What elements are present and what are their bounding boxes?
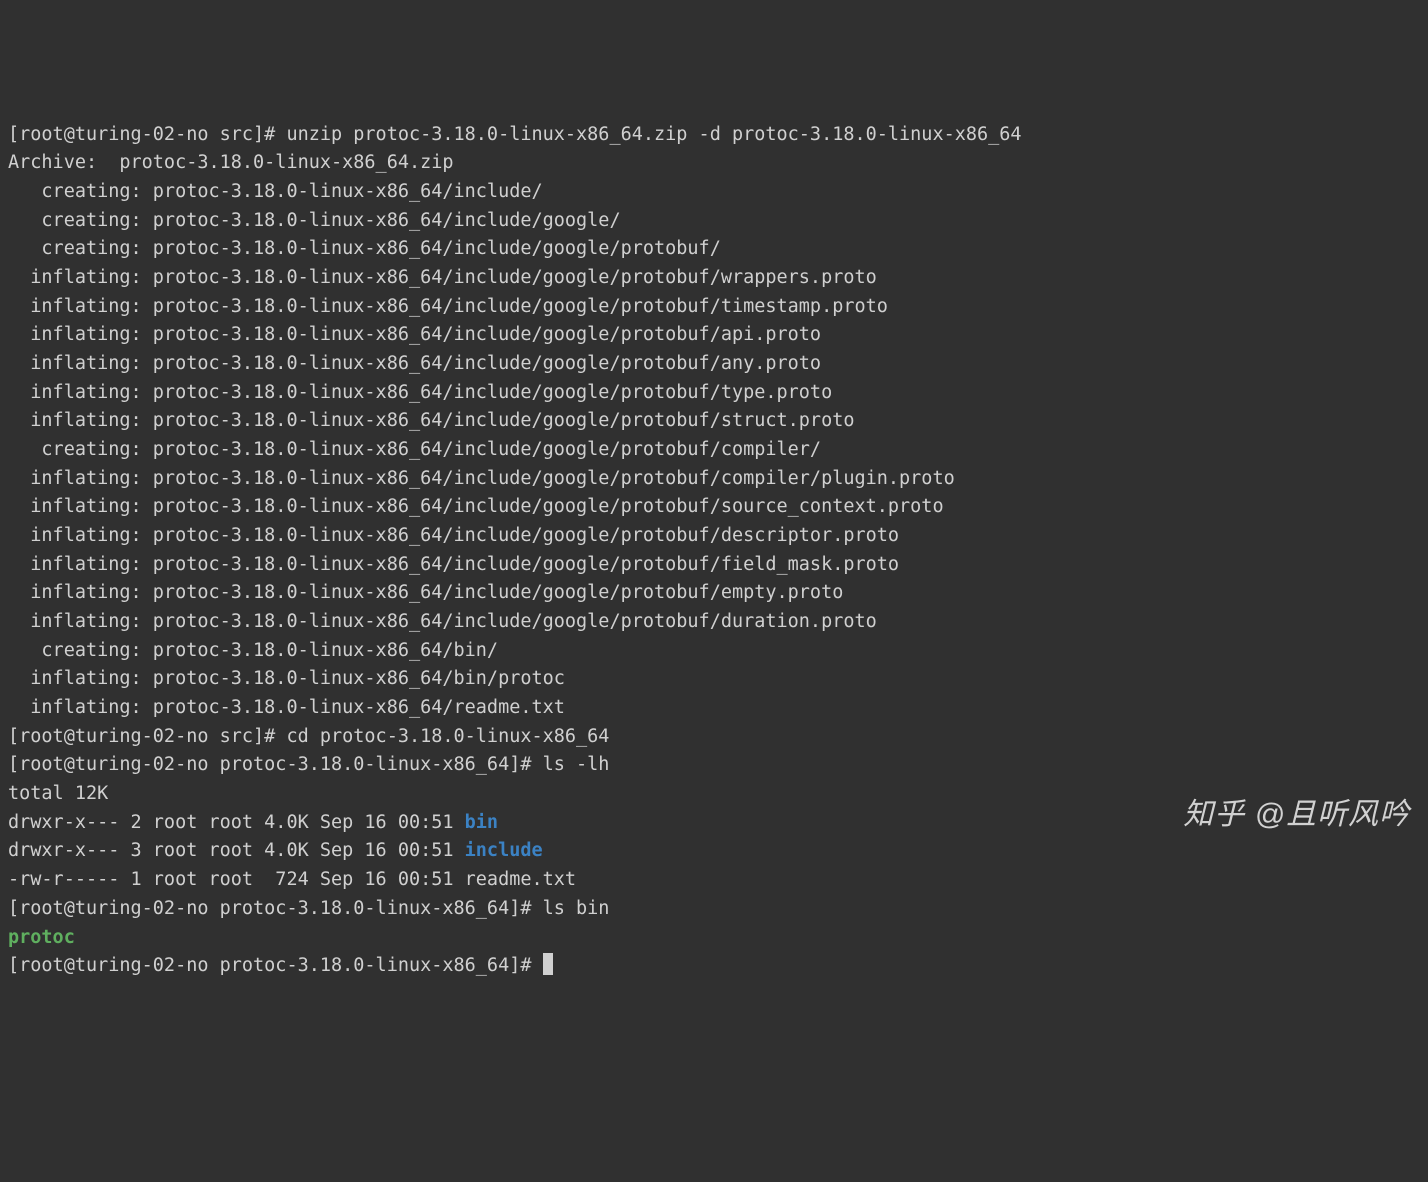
terminal-line: inflating: protoc-3.18.0-linux-x86_64/in… — [8, 551, 1420, 580]
terminal-line: inflating: protoc-3.18.0-linux-x86_64/in… — [8, 493, 1420, 522]
terminal-line: [root@turing-02-no src]# cd protoc-3.18.… — [8, 723, 1420, 752]
terminal-line: creating: protoc-3.18.0-linux-x86_64/inc… — [8, 207, 1420, 236]
terminal-line: inflating: protoc-3.18.0-linux-x86_64/bi… — [8, 665, 1420, 694]
terminal-line: creating: protoc-3.18.0-linux-x86_64/inc… — [8, 178, 1420, 207]
cursor — [543, 953, 553, 975]
terminal-line: creating: protoc-3.18.0-linux-x86_64/inc… — [8, 235, 1420, 264]
terminal-line: [root@turing-02-no protoc-3.18.0-linux-x… — [8, 751, 1420, 780]
terminal-line: [root@turing-02-no protoc-3.18.0-linux-x… — [8, 952, 1420, 981]
terminal-line: inflating: protoc-3.18.0-linux-x86_64/in… — [8, 321, 1420, 350]
terminal-line: [root@turing-02-no src]# unzip protoc-3.… — [8, 121, 1420, 150]
terminal-line: [root@turing-02-no protoc-3.18.0-linux-x… — [8, 895, 1420, 924]
terminal-line: inflating: protoc-3.18.0-linux-x86_64/re… — [8, 694, 1420, 723]
terminal-line: inflating: protoc-3.18.0-linux-x86_64/in… — [8, 579, 1420, 608]
terminal-line: drwxr-x--- 3 root root 4.0K Sep 16 00:51… — [8, 837, 1420, 866]
terminal-line: inflating: protoc-3.18.0-linux-x86_64/in… — [8, 350, 1420, 379]
terminal-output[interactable]: [root@turing-02-no src]# unzip protoc-3.… — [8, 121, 1420, 981]
terminal-line: protoc — [8, 924, 1420, 953]
ls-entry-name: include — [465, 840, 543, 861]
ls-entry-name: bin — [465, 812, 498, 833]
watermark-text: 知乎 @且听风吟 — [1183, 792, 1410, 839]
terminal-line: inflating: protoc-3.18.0-linux-x86_64/in… — [8, 264, 1420, 293]
terminal-line: creating: protoc-3.18.0-linux-x86_64/inc… — [8, 436, 1420, 465]
ls-entry-name: protoc — [8, 927, 75, 948]
terminal-line: inflating: protoc-3.18.0-linux-x86_64/in… — [8, 407, 1420, 436]
terminal-line: inflating: protoc-3.18.0-linux-x86_64/in… — [8, 465, 1420, 494]
terminal-line: -rw-r----- 1 root root 724 Sep 16 00:51 … — [8, 866, 1420, 895]
terminal-line: inflating: protoc-3.18.0-linux-x86_64/in… — [8, 608, 1420, 637]
terminal-line: inflating: protoc-3.18.0-linux-x86_64/in… — [8, 522, 1420, 551]
terminal-line: Archive: protoc-3.18.0-linux-x86_64.zip — [8, 149, 1420, 178]
terminal-line: inflating: protoc-3.18.0-linux-x86_64/in… — [8, 379, 1420, 408]
terminal-line: creating: protoc-3.18.0-linux-x86_64/bin… — [8, 637, 1420, 666]
terminal-line: inflating: protoc-3.18.0-linux-x86_64/in… — [8, 293, 1420, 322]
